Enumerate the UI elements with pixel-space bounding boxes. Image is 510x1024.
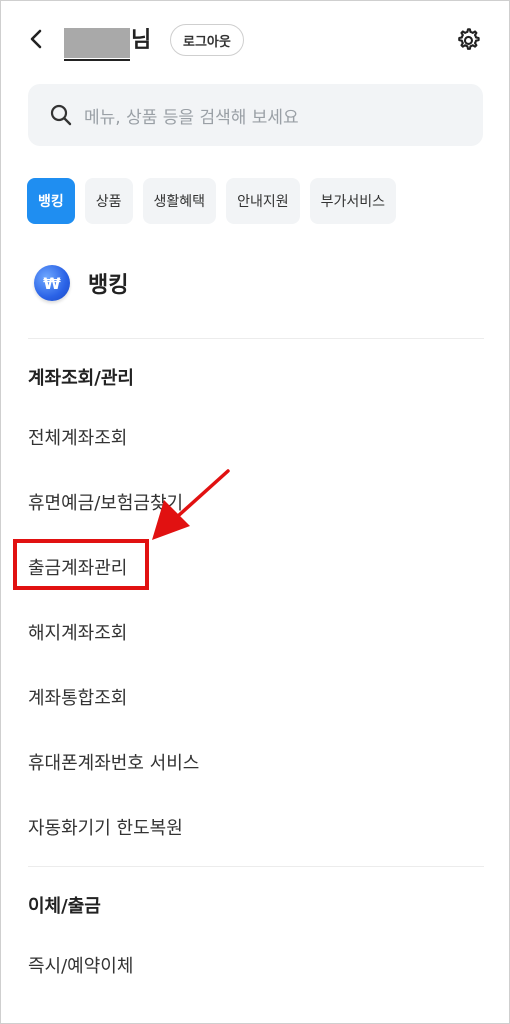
tab-guide-support[interactable]: 안내지원 (226, 178, 300, 224)
search-placeholder: 메뉴, 상품 등을 검색해 보세요 (84, 107, 299, 128)
menu-item-integrated-accounts[interactable]: 계좌통합조회 (28, 684, 127, 710)
user-name-suffix: 님 (131, 28, 152, 53)
gear-icon (458, 28, 480, 50)
search-icon (48, 102, 74, 128)
settings-button[interactable] (452, 24, 484, 56)
user-name-underline (64, 59, 130, 61)
category-tabs: 뱅킹 상품 생활혜택 안내지원 부가서비스 (27, 178, 396, 224)
chevron-left-icon (30, 29, 42, 49)
won-coin-icon: ₩ (34, 265, 70, 301)
menu-item-atm-limit-restore[interactable]: 자동화기기 한도복원 (28, 814, 183, 840)
menu-item-phone-account-number[interactable]: 휴대폰계좌번호 서비스 (28, 749, 199, 775)
group-title-account: 계좌조회/관리 (28, 368, 134, 389)
pointer-arrow-icon (152, 469, 230, 540)
menu-item-instant-transfer[interactable]: 즉시/예약이체 (28, 952, 133, 978)
search-input[interactable]: 메뉴, 상품 등을 검색해 보세요 (28, 84, 483, 146)
back-button[interactable] (22, 24, 52, 54)
tab-extra-services[interactable]: 부가서비스 (309, 178, 396, 224)
group-title-transfer: 이체/출금 (28, 896, 101, 917)
divider (28, 866, 484, 867)
tab-products[interactable]: 상품 (84, 178, 133, 224)
header: 님 로그아웃 (0, 16, 510, 64)
logout-button[interactable]: 로그아웃 (170, 24, 244, 56)
tab-banking[interactable]: 뱅킹 (27, 178, 75, 224)
divider (28, 338, 484, 339)
menu-item-all-accounts[interactable]: 전체계좌조회 (28, 424, 127, 450)
won-symbol: ₩ (43, 273, 61, 293)
section-header: ₩ 뱅킹 (34, 265, 128, 301)
highlight-box (13, 539, 149, 590)
menu-item-closed-accounts[interactable]: 해지계좌조회 (28, 619, 127, 645)
section-title: 뱅킹 (88, 273, 129, 298)
tab-life-benefits[interactable]: 생활혜택 (142, 178, 217, 224)
user-name-masked (64, 28, 130, 58)
